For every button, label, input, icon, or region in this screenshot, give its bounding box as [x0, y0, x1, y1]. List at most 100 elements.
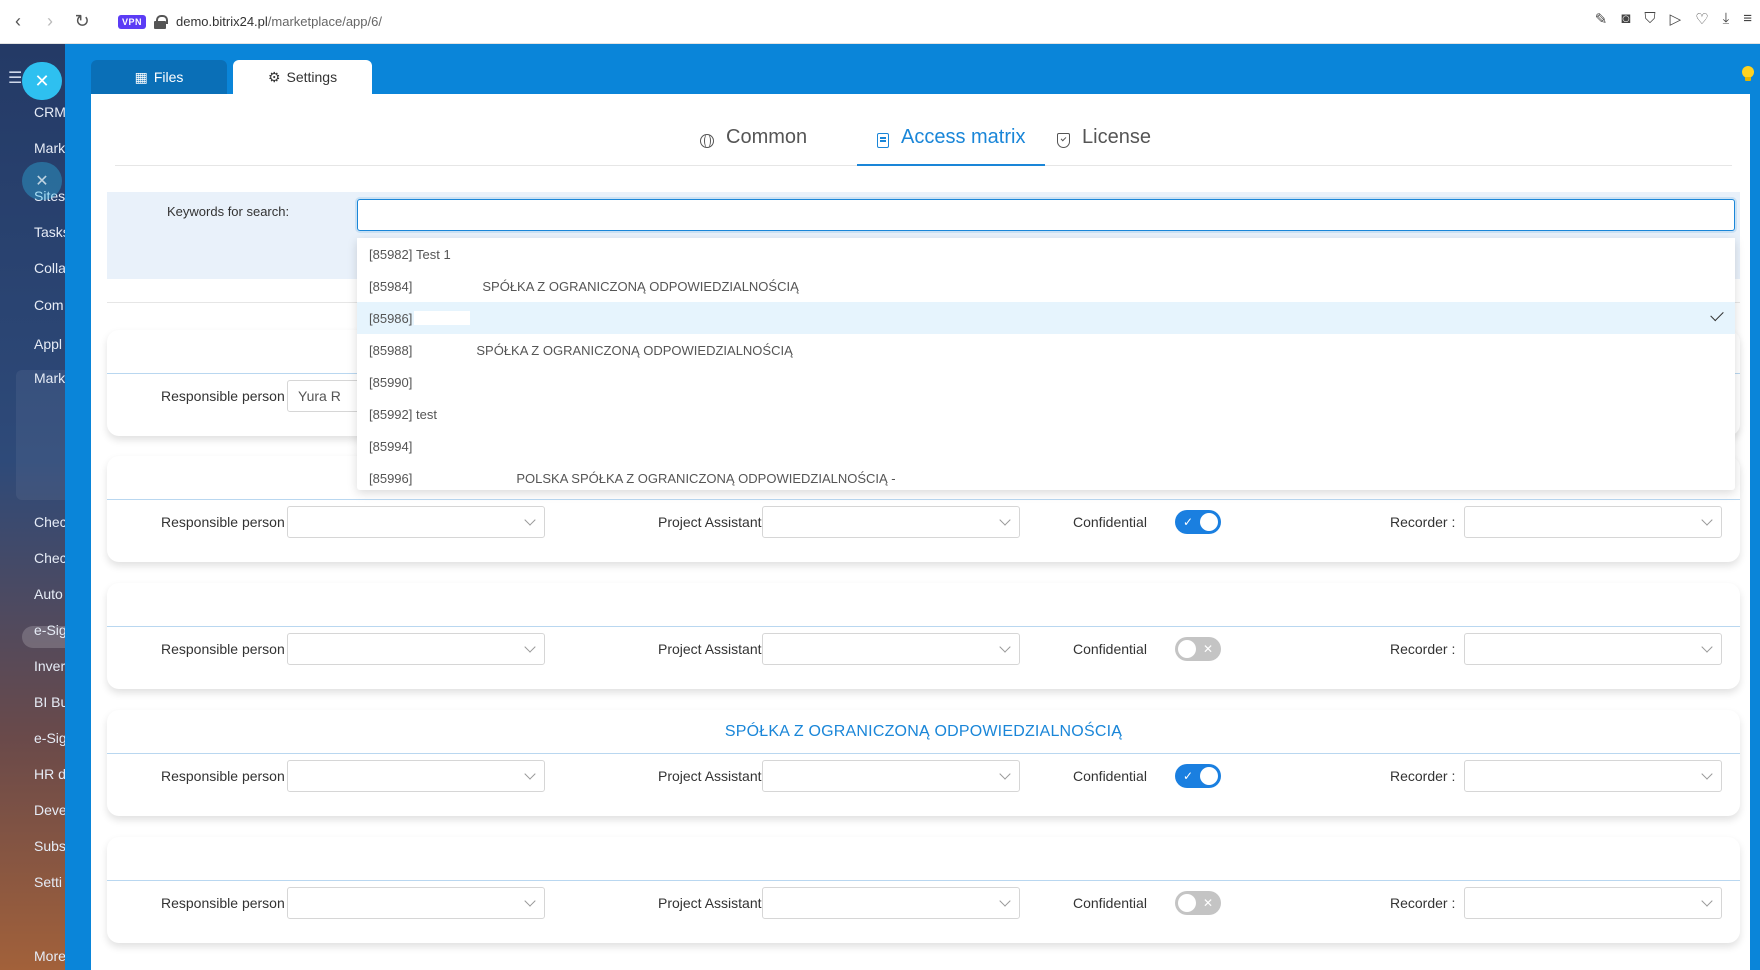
- option-name: test: [416, 406, 437, 422]
- assistant-label: Project Assistant :: [658, 895, 769, 911]
- dropdown-option[interactable]: [85994]: [357, 430, 1735, 462]
- reload-icon[interactable]: ↻: [68, 8, 96, 36]
- responsible-select[interactable]: [287, 760, 545, 792]
- close-icon[interactable]: ✕: [22, 62, 62, 100]
- chevron-down-icon: [1701, 514, 1713, 526]
- sub-tab-bar: Common Access matrix License: [115, 94, 1732, 166]
- lightbulb-icon[interactable]: [1742, 66, 1754, 82]
- dropdown-option[interactable]: [85990]: [357, 366, 1735, 398]
- dropdown-option[interactable]: [85996] POLSKA SPÓŁKA Z OGRANICZONĄ ODPOW…: [357, 462, 1735, 490]
- assistant-select[interactable]: [762, 633, 1020, 665]
- sidebar-item[interactable]: Colla: [34, 260, 66, 276]
- responsible-label: Responsible person :: [161, 768, 293, 784]
- check-icon: ✓: [1183, 515, 1194, 529]
- address-bar[interactable]: demo.bitrix24.pl/marketplace/app/6/: [176, 14, 382, 29]
- confidential-toggle[interactable]: ✕: [1175, 637, 1221, 661]
- shield-icon[interactable]: ⛉: [1644, 10, 1655, 28]
- app-tab-bar: ▦ Files ⚙ Settings: [65, 44, 1760, 94]
- sidebar-item[interactable]: e-Sig: [34, 622, 67, 638]
- sidebar-item[interactable]: BI Bu: [34, 694, 68, 710]
- sidebar-item[interactable]: HR d: [34, 766, 66, 782]
- settings-content: Common Access matrix License Keywords fo…: [91, 94, 1750, 970]
- hamburger-icon[interactable]: ☰: [8, 68, 22, 88]
- play-icon[interactable]: ▷: [1670, 10, 1682, 28]
- dropdown-option-selected[interactable]: [85986]: [357, 302, 1735, 334]
- recorder-label: Recorder :: [1390, 895, 1456, 911]
- heart-icon[interactable]: ♡: [1695, 10, 1708, 28]
- lock-icon[interactable]: [154, 14, 169, 29]
- sidebar-item[interactable]: More: [34, 948, 66, 964]
- sidebar-item[interactable]: Com: [34, 297, 64, 313]
- responsible-label: Responsible person :: [161, 895, 293, 911]
- sidebar-item[interactable]: Chec: [34, 550, 67, 566]
- recorder-select[interactable]: [1464, 506, 1722, 538]
- option-id: [85988]: [369, 342, 413, 358]
- menu-icon[interactable]: ≡: [1743, 10, 1752, 28]
- sidebar-item[interactable]: Mark: [34, 370, 65, 386]
- confidential-toggle[interactable]: ✓: [1175, 510, 1221, 534]
- assistant-select[interactable]: [762, 887, 1020, 919]
- company-title: SPÓŁKA Z OGRANICZONĄ ODPOWIEDZIALNOŚCIĄ: [107, 710, 1740, 754]
- option-id: [85984]: [369, 278, 413, 294]
- sidebar-item[interactable]: Appl: [34, 336, 62, 352]
- recorder-select[interactable]: [1464, 760, 1722, 792]
- download-icon[interactable]: ⤓: [1723, 10, 1730, 28]
- responsible-label: Responsible person :: [161, 514, 293, 530]
- tab-settings[interactable]: ⚙ Settings: [233, 60, 372, 94]
- recorder-select[interactable]: [1464, 633, 1722, 665]
- url-host: demo.bitrix24.pl: [176, 14, 268, 29]
- dropdown-option[interactable]: [85992] test: [357, 398, 1735, 430]
- tab-license-label: License: [1082, 126, 1151, 148]
- sidebar-item[interactable]: CRM: [34, 104, 66, 120]
- tab-access-matrix[interactable]: Access matrix: [857, 120, 1046, 166]
- tab-access-matrix-label: Access matrix: [901, 126, 1026, 148]
- vpn-badge[interactable]: VPN: [118, 14, 147, 29]
- chevron-down-icon: [999, 895, 1011, 907]
- assistant-label: Project Assistant :: [658, 768, 769, 784]
- chevron-down-icon: [524, 768, 536, 780]
- option-id: [85996]: [369, 470, 413, 486]
- tab-license[interactable]: License: [1037, 120, 1171, 166]
- sidebar-item[interactable]: Auto: [34, 586, 63, 602]
- chevron-down-icon: [1701, 895, 1713, 907]
- gear-icon: ⚙: [267, 68, 281, 85]
- sidebar-item[interactable]: Chec: [34, 514, 67, 530]
- option-id: [85986]: [369, 310, 413, 326]
- browser-toolbar: ‹ › ↻ VPN demo.bitrix24.pl/marketplace/a…: [0, 0, 1760, 44]
- tab-files-label: Files: [153, 69, 184, 85]
- back-icon[interactable]: ‹: [4, 8, 32, 36]
- shield-icon: [1057, 133, 1070, 148]
- sidebar-item[interactable]: Inver: [34, 658, 65, 674]
- recorder-label: Recorder :: [1390, 768, 1456, 784]
- option-name: Test 1: [416, 246, 451, 262]
- forward-icon[interactable]: ›: [36, 8, 64, 36]
- confidential-label: Confidential: [1073, 768, 1147, 784]
- sidebar-item[interactable]: Mark: [34, 140, 65, 156]
- sidebar-item[interactable]: e-Sig: [34, 730, 67, 746]
- dropdown-option[interactable]: [85988] SPÓŁKA Z OGRANICZONĄ ODPOWIEDZIAL…: [357, 334, 1735, 366]
- sidebar-item[interactable]: Deve: [34, 802, 67, 818]
- responsible-select[interactable]: [287, 633, 545, 665]
- sidebar-item[interactable]: Subs: [34, 838, 66, 854]
- search-input[interactable]: [357, 199, 1735, 231]
- dropdown-option[interactable]: [85984] SPÓŁKA Z OGRANICZONĄ ODPOWIEDZIAL…: [357, 270, 1735, 302]
- close-icon-secondary[interactable]: ✕: [22, 162, 62, 200]
- confidential-label: Confidential: [1073, 641, 1147, 657]
- responsible-select[interactable]: [287, 887, 545, 919]
- assistant-select[interactable]: [762, 506, 1020, 538]
- edit-icon[interactable]: ✎: [1595, 10, 1608, 28]
- responsible-select[interactable]: [287, 506, 545, 538]
- option-id: [85982]: [369, 246, 413, 262]
- confidential-toggle[interactable]: ✓: [1175, 764, 1221, 788]
- x-icon: ✕: [1202, 642, 1213, 656]
- recorder-select[interactable]: [1464, 887, 1722, 919]
- assistant-select[interactable]: [762, 760, 1020, 792]
- confidential-toggle[interactable]: ✕: [1175, 891, 1221, 915]
- tab-common[interactable]: Common: [680, 120, 827, 166]
- tab-files[interactable]: ▦ Files: [91, 60, 227, 94]
- camera-icon[interactable]: ◙: [1621, 10, 1630, 28]
- dropdown-option[interactable]: [85982] Test 1: [357, 238, 1735, 270]
- assistant-label: Project Assistant :: [658, 514, 769, 530]
- sidebar-item[interactable]: Setti: [34, 874, 62, 890]
- confidential-label: Confidential: [1073, 514, 1147, 530]
